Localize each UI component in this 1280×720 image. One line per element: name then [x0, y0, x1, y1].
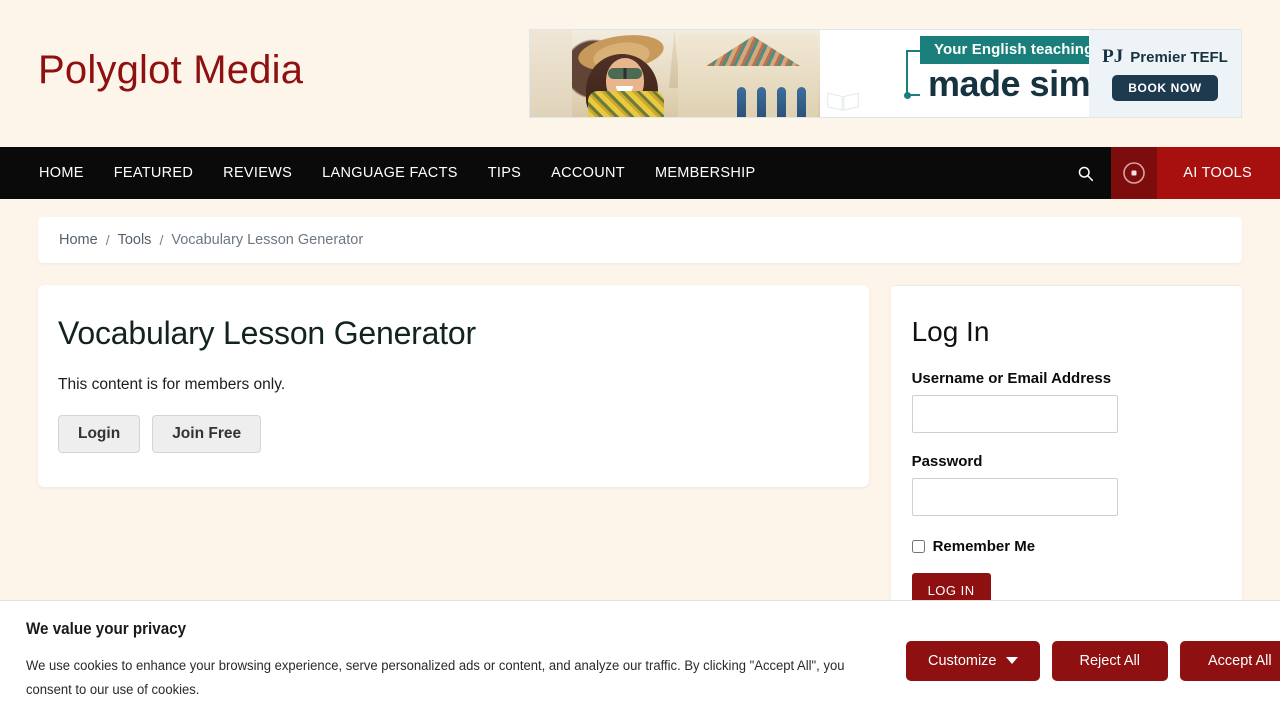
ad-brand-block: PJ Premier TEFL BOOK NOW: [1089, 30, 1241, 117]
ad-bracket-left-icon: [906, 50, 920, 96]
breadcrumb-tools[interactable]: Tools: [118, 232, 152, 248]
cookie-body: We use cookies to enhance your browsing …: [26, 657, 845, 698]
book-now-button[interactable]: BOOK NOW: [1112, 75, 1218, 101]
site-logo[interactable]: Polyglot Media: [38, 48, 303, 93]
nav-item-tips[interactable]: TIPS: [473, 147, 536, 199]
customize-cookies-button[interactable]: Customize: [906, 640, 1040, 681]
cookie-consent-banner: We value your privacy We use cookies to …: [0, 600, 1280, 720]
nav-item-account[interactable]: ACCOUNT: [536, 147, 640, 199]
ai-tools-label: AI TOOLS: [1183, 165, 1252, 181]
password-input[interactable]: [911, 478, 1118, 516]
nav-links: HOME FEATURED REVIEWS LANGUAGE FACTS TIP…: [0, 147, 770, 199]
nav-item-featured[interactable]: FEATURED: [99, 147, 208, 199]
join-free-button[interactable]: Join Free: [152, 415, 262, 453]
login-card: Log In Username or Email Address Passwor…: [890, 285, 1242, 634]
login-title: Log In: [911, 316, 990, 347]
ad-photo: [530, 30, 820, 117]
main-content-card: Vocabulary Lesson Generator This content…: [38, 285, 869, 487]
site-header: Polyglot Media Your English teaching adv…: [0, 0, 1280, 147]
nav-item-language-facts[interactable]: LANGUAGE FACTS: [307, 147, 473, 199]
nav-item-reviews[interactable]: REVIEWS: [208, 147, 307, 199]
breadcrumb-separator-2: /: [159, 232, 164, 248]
membership-actions: Login Join Free: [58, 415, 849, 453]
ad-brand-name: Premier TEFL: [1130, 48, 1228, 66]
remember-me-row: Remember Me: [911, 538, 1221, 555]
username-input[interactable]: [911, 395, 1118, 433]
reject-all-button[interactable]: Reject All: [1051, 640, 1168, 681]
ai-tools-button[interactable]: AI TOOLS: [1111, 147, 1280, 199]
nav-item-home[interactable]: HOME: [24, 147, 99, 199]
remember-me-checkbox[interactable]: [911, 540, 925, 553]
ai-icon-box: [1111, 147, 1158, 199]
main-navigation: HOME FEATURED REVIEWS LANGUAGE FACTS TIP…: [0, 147, 1280, 199]
open-book-icon: [827, 92, 859, 111]
search-button[interactable]: [1059, 147, 1111, 199]
breadcrumb: Home / Tools / Vocabulary Lesson Generat…: [38, 217, 1242, 263]
login-button[interactable]: Login: [58, 415, 141, 453]
ad-dot-left-icon: [904, 92, 911, 99]
target-circle-icon: [1123, 162, 1146, 184]
nav-item-membership[interactable]: MEMBERSHIP: [640, 147, 771, 199]
page-title: Vocabulary Lesson Generator: [58, 315, 476, 351]
page-body: Home / Tools / Vocabulary Lesson Generat…: [0, 217, 1280, 634]
banner-ad[interactable]: Your English teaching adventure made sim…: [529, 29, 1242, 118]
breadcrumb-current: Vocabulary Lesson Generator: [171, 232, 364, 248]
cookie-title: We value your privacy: [26, 619, 187, 638]
nav-right-section: AI TOOLS: [1059, 147, 1280, 199]
username-label: Username or Email Address: [911, 370, 1112, 387]
customize-label: Customize: [928, 652, 997, 669]
ad-copy: Your English teaching adventure made sim…: [820, 30, 1241, 117]
pj-logo-icon: PJ: [1102, 46, 1124, 67]
breadcrumb-home[interactable]: Home: [59, 232, 98, 248]
remember-me-label[interactable]: Remember Me: [933, 538, 1036, 555]
cookie-actions: Customize Reject All Accept All: [906, 640, 1280, 681]
accept-all-button[interactable]: Accept All: [1179, 640, 1280, 681]
cookie-text-block: We value your privacy We use cookies to …: [26, 620, 906, 702]
content-columns: Vocabulary Lesson Generator This content…: [38, 285, 1242, 634]
search-icon: [1078, 166, 1093, 181]
breadcrumb-separator-1: /: [105, 232, 110, 248]
members-only-notice: This content is for members only.: [58, 376, 286, 393]
password-label: Password: [911, 453, 983, 470]
chevron-down-icon: [1005, 657, 1018, 664]
